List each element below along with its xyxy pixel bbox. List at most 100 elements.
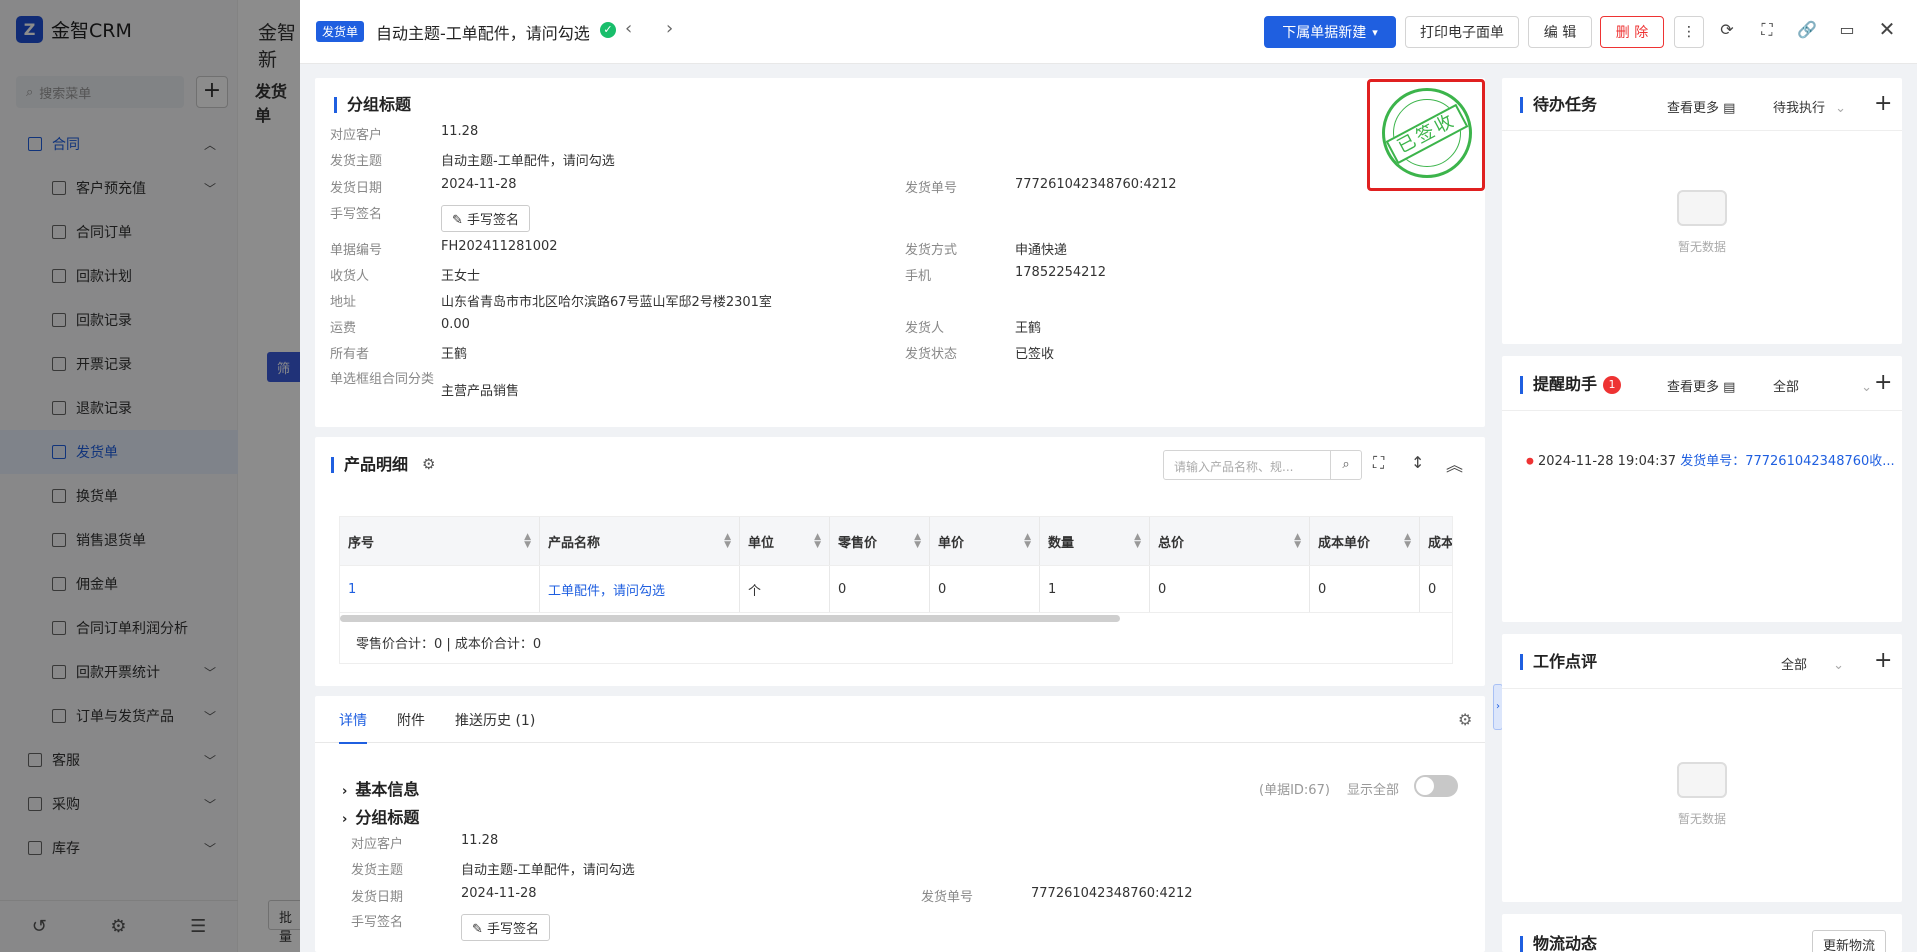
todo-more-label: 查看更多 [1667,101,1720,116]
drawer-title: 自动主题-工单配件，请问勾选 [376,24,590,43]
refresh-logistics-button[interactable]: 更新物流 [1812,930,1887,952]
table-cell[interactable]: 工单配件，请问勾选 [540,566,740,612]
table-cell: 0 [1420,566,1452,612]
tab-push-history[interactable]: 推送历史 (1) [455,710,535,744]
detail-group-section[interactable]: › 分组标题 [342,804,419,828]
cell-value: 0 [1158,581,1167,597]
reminder-more-label: 查看更多 [1667,380,1720,395]
more-actions-button[interactable]: ⋮ [1674,16,1704,48]
refresh-icon[interactable]: ⟳ [1716,20,1738,39]
product-search-input[interactable]: 请输入产品名称、规... [1163,450,1331,480]
sort-icon[interactable]: ▲ ▼ [1024,533,1031,550]
signature-label: 手写签名 [487,922,540,937]
reminder-filter-select[interactable]: 全部 ⌄ [1773,376,1872,395]
reminder-item[interactable]: ● 2024-11-28 19:04:37 发货单号：7772610423487… [1526,450,1895,469]
search-icon[interactable]: ⌕ [1330,450,1362,480]
gear-icon[interactable]: ⚙ [422,455,435,473]
review-filter-select[interactable]: 全部 ⌄ [1781,654,1844,673]
reminder-link[interactable]: 发货单号：777261042348760收... [1680,454,1894,469]
add-reminder-icon[interactable]: + [1874,370,1892,395]
table-cell: 0 [830,566,930,612]
edit-button[interactable]: 编 辑 [1528,16,1592,48]
product-name-link[interactable]: 工单配件，请问勾选 [548,580,665,599]
cell-value: 0 [1428,581,1437,597]
field-value: 自动主题-工单配件，请问勾选 [461,863,635,878]
signed-stamp-icon: 已签收 [1382,88,1472,178]
sort-icon[interactable]: ▲ ▼ [1294,533,1301,550]
sort-icon[interactable]: ▲ ▼ [814,533,821,550]
column-header-label: 数量 [1048,535,1075,551]
field-value[interactable]: 11.28 [461,833,498,848]
column-header[interactable]: 成本单价 ▲ ▼ [1310,517,1420,565]
column-header[interactable]: 单价 ▲ ▼ [930,517,1040,565]
field-label: 发货单号 [905,181,958,196]
sort-icon[interactable]: ▲ ▼ [724,533,731,550]
add-todo-icon[interactable]: + [1874,91,1892,116]
book-icon: ▤ [1723,101,1736,116]
sort-icon[interactable]: ▲ ▼ [524,533,531,550]
table-cell: 0 [1310,566,1420,612]
sort-icon[interactable]: ▲ ▼ [1134,533,1141,550]
column-header[interactable]: 总价 ▲ ▼ [1150,517,1310,565]
column-header[interactable]: 产品名称 ▲ ▼ [540,517,740,565]
field-value: 17852254212 [1015,265,1106,280]
field-value: FH202411281002 [441,239,558,254]
table-cell[interactable]: 1 [340,566,540,612]
add-review-icon[interactable]: + [1874,648,1892,673]
column-header-label: 序号 [348,535,375,551]
show-all-toggle[interactable] [1414,775,1458,797]
todo-title: 待办任务 [1520,97,1597,113]
reminder-divider [1502,410,1902,411]
field-label: 运费 [330,321,357,336]
expand-vertical-icon[interactable]: ↕ [1411,453,1424,472]
todo-filter-select[interactable]: 待我执行 ⌄ [1773,97,1846,116]
gear-icon[interactable]: ⚙ [1458,710,1472,729]
field-label: 发货单号 [921,890,974,905]
review-title: 工作点评 [1520,654,1597,670]
column-header[interactable]: 序号 ▲ ▼ [340,517,540,565]
field-label: 单据编号 [330,243,383,258]
field-value: 已签收 [1015,347,1055,362]
review-empty-text: 暂无数据 [1677,812,1726,826]
column-header[interactable]: 数量 ▲ ▼ [1040,517,1150,565]
fullscreen-icon[interactable]: ⛶ [1756,20,1778,40]
signature-button[interactable]: ✎ 手写签名 [441,205,531,232]
link-icon[interactable]: 🔗 [1796,20,1818,39]
close-icon[interactable]: ✕ [1876,17,1898,41]
collapse-up-icon[interactable]: ︽ [1446,451,1463,476]
cell-value: 0 [838,581,847,597]
new-sub-document-button[interactable]: 下属单据新建 ▾ [1264,16,1396,48]
column-header-label: 零售价 [838,535,878,551]
window-mode-icon[interactable]: ▭ [1836,20,1858,39]
prev-record-icon[interactable]: ‹ [625,18,632,39]
empty-inbox-icon [1677,190,1727,226]
cell-value: 0 [938,581,947,597]
sort-icon[interactable]: ▲ ▼ [914,533,921,550]
column-header[interactable]: 零售价 ▲ ▼ [830,517,930,565]
horizontal-scrollbar[interactable] [340,615,1120,622]
print-waybill-button[interactable]: 打印电子面单 [1405,16,1519,48]
field-value[interactable]: 11.28 [441,124,478,139]
sort-icon[interactable]: ▲ ▼ [1404,533,1411,550]
todo-more-link[interactable]: 查看更多 ▤ [1667,97,1735,116]
delete-button[interactable]: 删 除 [1600,16,1664,48]
doc-type-tag: 发货单 [316,21,365,42]
tab-attachments[interactable]: 附件 [397,710,425,744]
column-header[interactable]: 成本小 [1420,517,1453,565]
field-value: 777261042348760:4212 [1031,886,1193,901]
next-record-icon[interactable]: › [666,18,673,39]
fullscreen-icon[interactable]: ⛶ [1373,453,1384,473]
column-header[interactable]: 单位 ▲ ▼ [740,517,830,565]
signed-stamp-highlight: 已签收 [1367,79,1485,191]
book-icon: ▤ [1723,380,1736,395]
todo-empty-state: 暂无数据 [1652,190,1752,255]
field-value: 2024-11-28 [441,177,517,192]
tab-details[interactable]: 详情 [339,710,367,744]
field-value: 王鹤 [1015,321,1042,336]
reminder-more-link[interactable]: 查看更多 ▤ [1667,376,1735,395]
signature-button[interactable]: ✎ 手写签名 [461,914,551,941]
basic-info-section[interactable]: › 基本信息 [342,776,419,800]
check-circle-icon: ✓ [600,22,616,38]
field-label: 手机 [905,269,932,284]
column-header-label: 成本小 [1428,535,1453,551]
